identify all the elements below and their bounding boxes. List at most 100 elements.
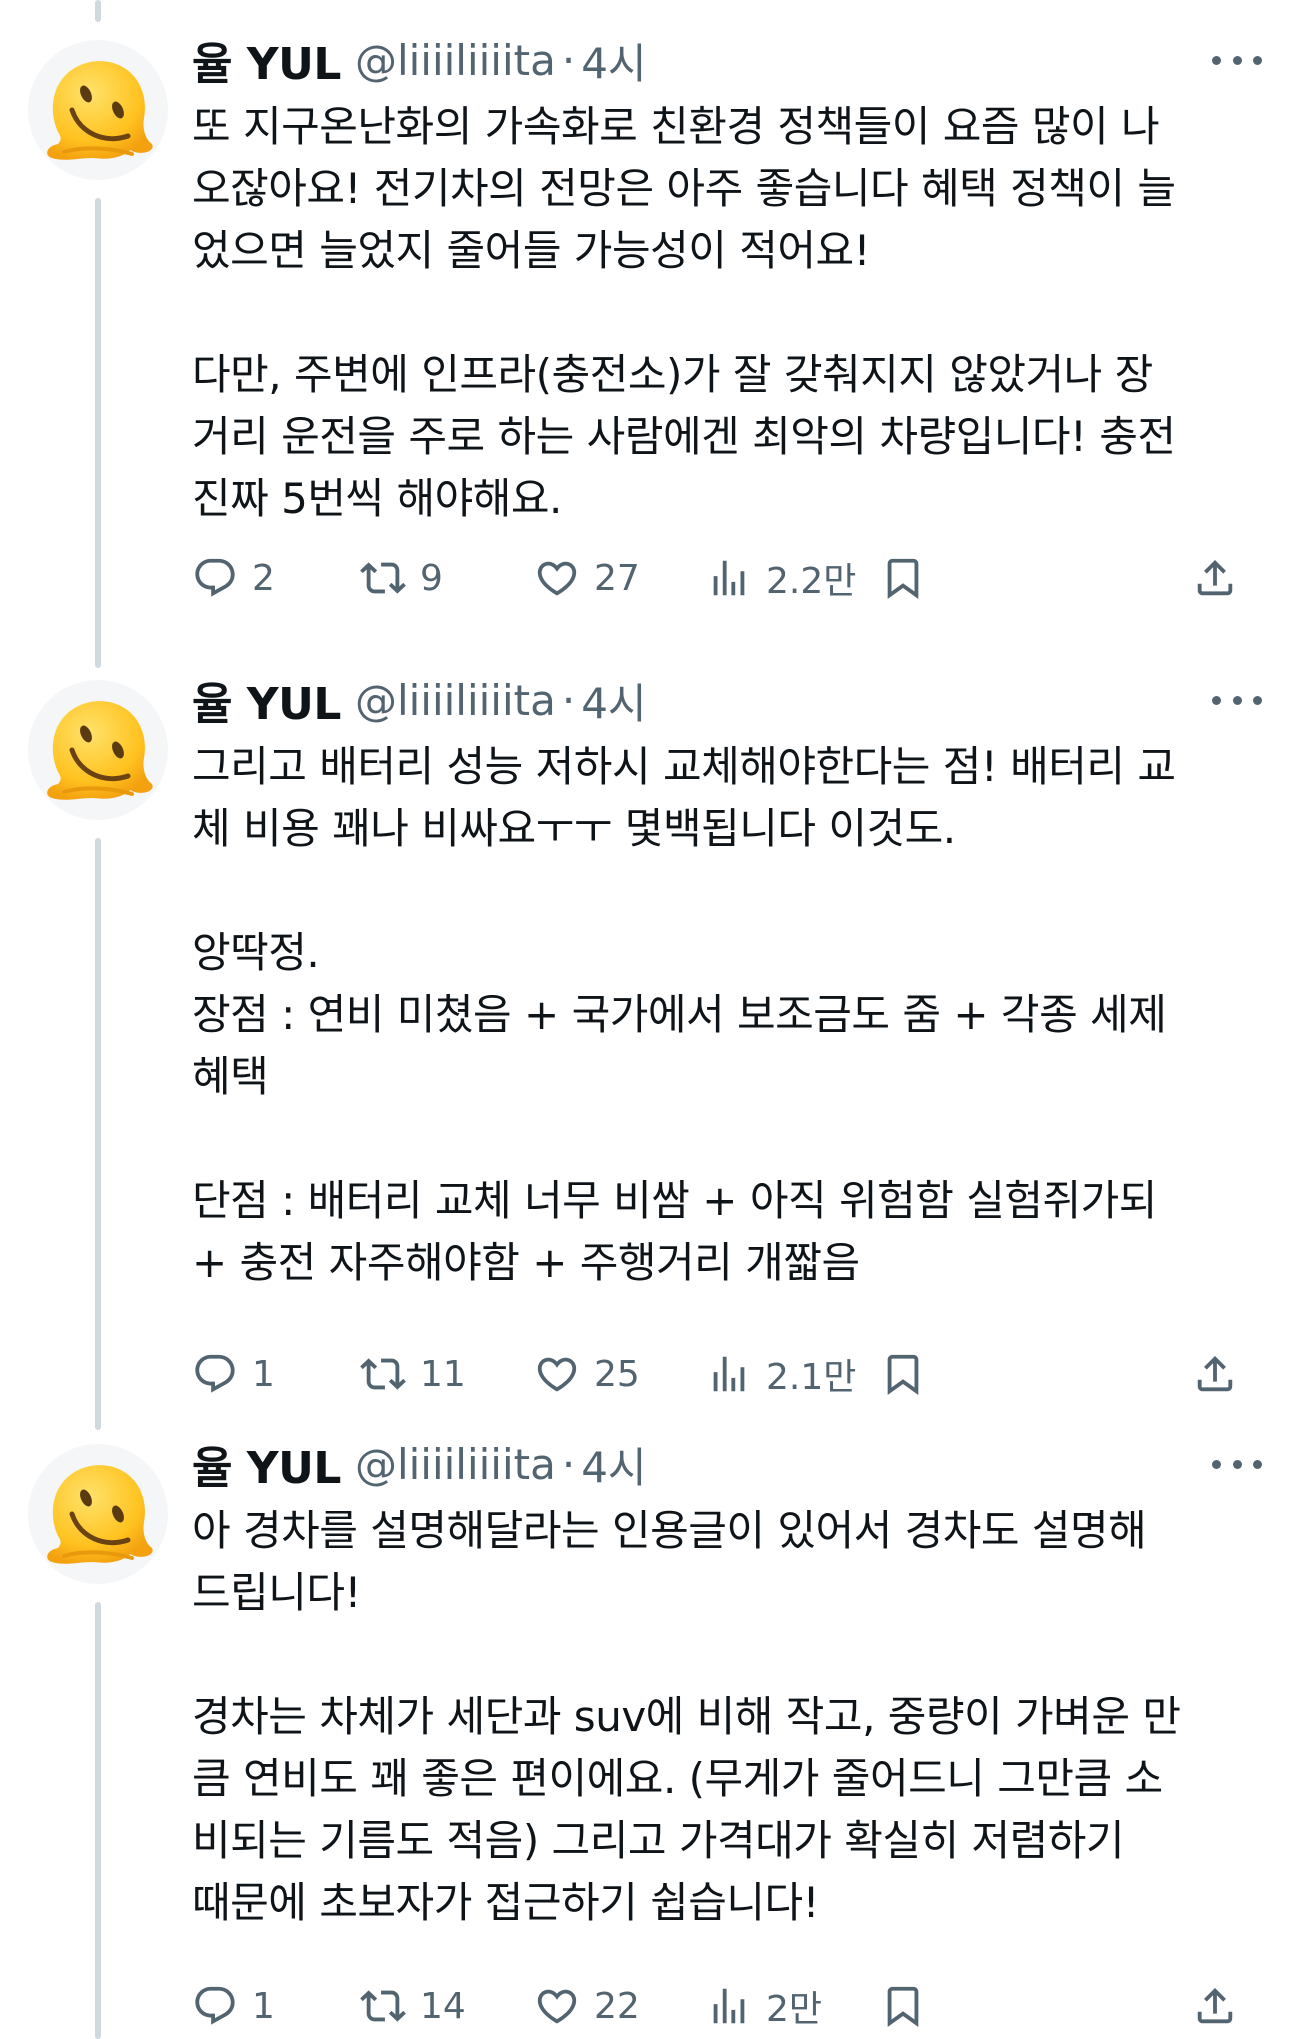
more-icon[interactable]	[1212, 1452, 1262, 1476]
retweet-icon	[360, 1358, 406, 1390]
header-separator: ·	[561, 35, 576, 85]
views-button[interactable]: 2.1만	[706, 1344, 856, 1404]
bookmark-button[interactable]	[880, 548, 926, 608]
melting-face-emoji-icon	[47, 61, 153, 160]
tweet-text-line: + 충전 자주해야함 + 주행거리 개짧음	[192, 1238, 860, 1287]
tweet-text: 그리고 배터리 성능 저하시 교체해야한다는 점! 배터리 교체 비용 꽤나 비…	[192, 736, 1252, 1294]
tweet-text-line: 었으면 늘었지 줄어들 가능성이 적어요!	[192, 226, 870, 275]
retweet-count: 11	[420, 1353, 466, 1395]
tweet-text-line: 경차는 차체가 세단과 suv에 비해 작고, 중량이 가벼운 만	[192, 1692, 1181, 1741]
reply-icon	[195, 1986, 235, 2025]
reply-count: 2	[252, 557, 275, 599]
author-name[interactable]: 율 YUL	[192, 668, 341, 732]
tweet-time[interactable]: 4시	[581, 670, 646, 731]
share-icon	[1197, 1355, 1233, 1392]
tweet-text-line: 오잖아요! 전기차의 전망은 아주 좋습니다 혜택 정책이 늘	[192, 164, 1176, 213]
header-separator: ·	[561, 1439, 576, 1489]
melting-face-emoji-icon	[47, 1465, 153, 1564]
tweet-text: 또 지구온난화의 가속화로 친환경 정책들이 요즘 많이 나오잖아요! 전기차의…	[192, 96, 1252, 530]
share-button[interactable]	[1192, 1976, 1238, 2036]
like-count: 27	[594, 557, 640, 599]
tweet[interactable]: 율 YUL @liiiiliiiita · 4시 아 경차를 설명해달라는 인용…	[0, 1404, 1290, 2039]
views-count: 2.2만	[766, 561, 857, 602]
tweet-text-line: 그리고 배터리 성능 저하시 교체해야한다는 점! 배터리 교	[192, 742, 1176, 791]
tweet-text-line: 진짜 5번씩 해야해요.	[192, 474, 562, 523]
header-separator: ·	[561, 675, 576, 725]
retweet-icon	[360, 1990, 406, 2022]
tweet-text-line: 큼 연비도 꽤 좋은 편이에요. (무게가 줄어드니 그만큼 소	[192, 1754, 1163, 1803]
like-button[interactable]: 22	[534, 1976, 640, 2036]
tweet-text-line: 비되는 기름도 적음) 그리고 가격대가 확실히 저렴하기	[192, 1816, 1125, 1865]
tweet[interactable]: 율 YUL @liiiiliiiita · 4시 그리고 배터리 성능 저하시 …	[0, 640, 1290, 1424]
reply-icon	[195, 1354, 235, 1393]
views-icon	[713, 1988, 745, 2024]
tweet-text-line: 혜택	[192, 1052, 269, 1101]
avatar[interactable]	[28, 40, 168, 180]
retweet-icon	[360, 562, 406, 594]
tweet-actions: 1 11 25 2.1만	[192, 1344, 1262, 1404]
tweet-time[interactable]: 4시	[581, 30, 646, 91]
tweet-header: 율 YUL @liiiiliiiita · 4시	[192, 1432, 647, 1496]
views-button[interactable]: 2.2만	[706, 548, 856, 608]
heart-icon	[537, 1357, 577, 1392]
author-handle[interactable]: @liiiiliiiita	[355, 1440, 556, 1489]
author-handle[interactable]: @liiiiliiiita	[355, 36, 556, 85]
tweet-text-line: 단점 : 배터리 교체 너무 비쌈 + 아직 위험함 실험쥐가되	[192, 1176, 1157, 1225]
heart-icon	[537, 1989, 577, 2024]
views-button[interactable]: 2만	[706, 1976, 822, 2036]
avatar[interactable]	[28, 680, 168, 820]
retweet-button[interactable]: 9	[360, 548, 443, 608]
like-button[interactable]: 27	[534, 548, 640, 608]
reply-count: 1	[252, 1353, 275, 1395]
tweet-text-line: 드립니다!	[192, 1568, 361, 1617]
tweet-text-line: 때문에 초보자가 접근하기 쉽습니다!	[192, 1878, 820, 1927]
share-button[interactable]	[1192, 548, 1238, 608]
tweet-text-line: 장점 : 연비 미쳤음 + 국가에서 보조금도 줌 + 각종 세제	[192, 990, 1167, 1039]
reply-icon	[195, 558, 235, 597]
like-button[interactable]: 25	[534, 1344, 640, 1404]
retweet-button[interactable]: 14	[360, 1976, 466, 2036]
retweet-count: 9	[420, 557, 443, 599]
tweet-header: 율 YUL @liiiiliiiita · 4시	[192, 28, 647, 92]
tweet-actions: 1 14 22 2만	[192, 1976, 1262, 2036]
reply-button[interactable]: 1	[192, 1976, 275, 2036]
share-icon	[1197, 1987, 1233, 2024]
tweet-text-line: 또 지구온난화의 가속화로 친환경 정책들이 요즘 많이 나	[192, 102, 1160, 151]
reply-count: 1	[252, 1985, 275, 2027]
tweet-header: 율 YUL @liiiiliiiita · 4시	[192, 668, 647, 732]
tweet-text-line: 거리 운전을 주로 하는 사람에겐 최악의 차량입니다! 충전	[192, 412, 1176, 461]
like-count: 25	[594, 1353, 640, 1395]
views-icon	[713, 1356, 745, 1392]
tweet-text: 아 경차를 설명해달라는 인용글이 있어서 경차도 설명해드립니다! 경차는 차체…	[192, 1500, 1252, 1934]
reply-button[interactable]: 2	[192, 548, 275, 608]
bookmark-icon	[887, 558, 919, 599]
bookmark-icon	[887, 1986, 919, 2027]
avatar[interactable]	[28, 1444, 168, 1584]
author-name[interactable]: 율 YUL	[192, 28, 341, 92]
share-icon	[1197, 559, 1233, 596]
views-icon	[713, 560, 745, 596]
tweet-text-line: 아 경차를 설명해달라는 인용글이 있어서 경차도 설명해	[192, 1506, 1147, 1555]
melting-face-emoji-icon	[47, 701, 153, 800]
tweet-text-line: 체 비용 꽤나 비싸요ㅜㅜ 몇백됩니다 이것도.	[192, 804, 956, 853]
views-count: 2만	[766, 1989, 823, 2030]
heart-icon	[537, 561, 577, 596]
like-count: 22	[594, 1985, 640, 2027]
retweet-button[interactable]: 11	[360, 1344, 466, 1404]
share-button[interactable]	[1192, 1344, 1238, 1404]
more-icon[interactable]	[1212, 688, 1262, 712]
bookmark-button[interactable]	[880, 1976, 926, 2036]
more-icon[interactable]	[1212, 48, 1262, 72]
tweet-time[interactable]: 4시	[581, 1434, 646, 1495]
bookmark-icon	[887, 1354, 919, 1395]
tweet[interactable]: 율 YUL @liiiiliiiita · 4시 또 지구온난화의 가속화로 친…	[0, 0, 1290, 628]
reply-button[interactable]: 1	[192, 1344, 275, 1404]
tweet-text-line: 다만, 주변에 인프라(충전소)가 잘 갖춰지지 않았거나 장	[192, 350, 1153, 399]
author-name[interactable]: 율 YUL	[192, 1432, 341, 1496]
bookmark-button[interactable]	[880, 1344, 926, 1404]
author-handle[interactable]: @liiiiliiiita	[355, 676, 556, 725]
